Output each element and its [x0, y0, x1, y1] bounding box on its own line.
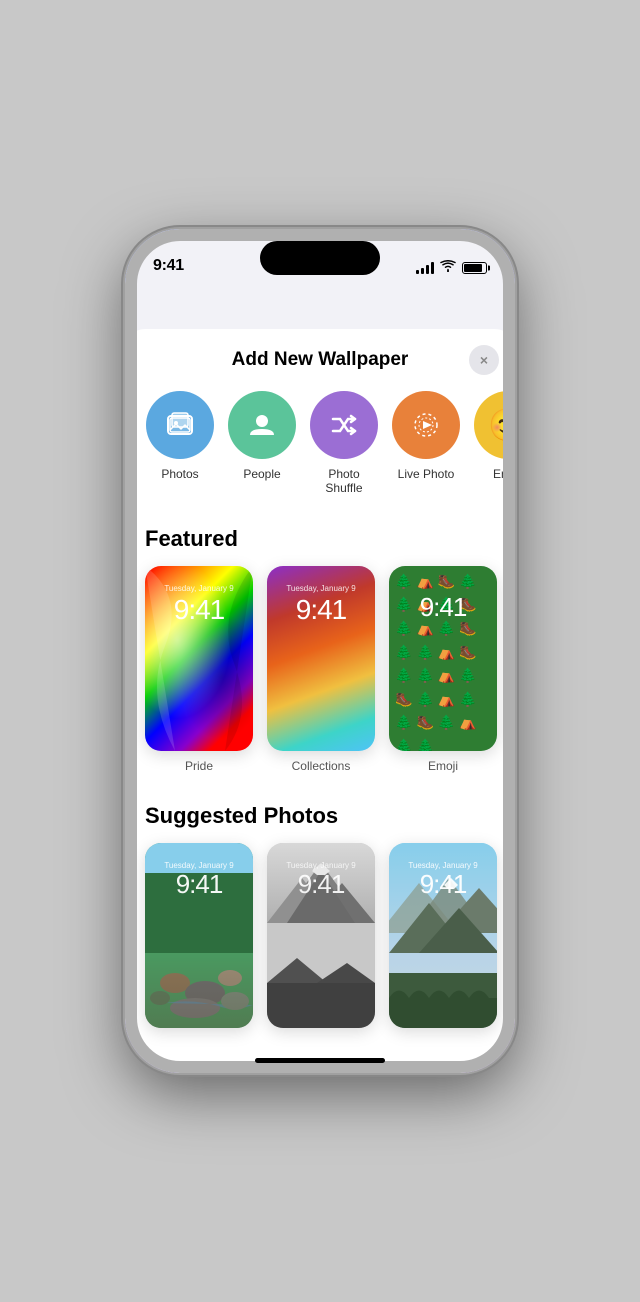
emoji-label: Emoji [493, 467, 515, 481]
add-wallpaper-sheet: Add New Wallpaper × [125, 329, 515, 1073]
mountain-bw-preview: Tuesday, January 9 9:41 [267, 843, 375, 1028]
suggested-card-1[interactable]: Tuesday, January 9 9:41 [145, 843, 253, 1028]
mountain-color-preview: Tuesday, January 9 9:41 [389, 843, 497, 1028]
sheet-header: Add New Wallpaper × [125, 329, 515, 381]
wallpaper-type-live[interactable]: Live Photo [391, 391, 461, 496]
phone-frame: 9:41 Add New Wallpa [125, 229, 515, 1073]
status-time: 9:41 [153, 257, 184, 275]
pride-label: Pride [185, 759, 213, 773]
suggested-clock-2: 9:41 [267, 869, 375, 900]
wallpaper-card-collections[interactable]: Tuesday, January 9 9:41 Collections [267, 566, 375, 773]
battery-icon [462, 262, 487, 274]
live-icon [392, 391, 460, 459]
wifi-icon [440, 260, 456, 275]
collections-clock: 9:41 [267, 594, 375, 626]
collections-label: Collections [292, 759, 351, 773]
people-icon [228, 391, 296, 459]
collections-time: Tuesday, January 9 [267, 584, 375, 593]
emoji-clock: 9:41 [389, 592, 497, 623]
emoji-wall-bg: 🌲 ⛺ 🥾 🌲 🌲 ⛺ 🌲 🥾 🌲 ⛺ 🌲 🥾 [389, 566, 497, 751]
wallpaper-type-shuffle[interactable]: Photo Shuffle [309, 391, 379, 496]
emoji-wall-preview: 🌲 ⛺ 🥾 🌲 🌲 ⛺ 🌲 🥾 🌲 ⛺ 🌲 🥾 [389, 566, 497, 751]
home-indicator [255, 1058, 385, 1063]
wallpaper-card-pride[interactable]: Tuesday, January 9 9:41 Pride [145, 566, 253, 773]
emoji-icon: 😊 [474, 391, 515, 459]
wallpaper-card-hidden[interactable]: 9:41 [511, 566, 515, 773]
shuffle-label: Photo Shuffle [312, 467, 377, 496]
suggested-clock-3: 9:41 [389, 869, 497, 900]
signal-icon [416, 262, 434, 274]
pride-time: Tuesday, January 9 [145, 584, 253, 593]
shuffle-icon [310, 391, 378, 459]
featured-wallpaper-list: Tuesday, January 9 9:41 Pride Tuesday, J… [125, 566, 515, 793]
suggested-card-2[interactable]: Tuesday, January 9 9:41 [267, 843, 375, 1028]
collections-preview: Tuesday, January 9 9:41 [267, 566, 375, 751]
photos-label: Photos [161, 467, 198, 481]
suggested-wallpaper-list: Tuesday, January 9 9:41 [125, 843, 515, 1048]
pride-clock: 9:41 [145, 594, 253, 626]
wallpaper-type-photos[interactable]: Photos [145, 391, 215, 496]
emoji-wall-label: Emoji [428, 759, 458, 773]
featured-section-title: Featured [125, 516, 515, 566]
pride-preview: Tuesday, January 9 9:41 [145, 566, 253, 751]
wallpaper-type-list: Photos People [125, 381, 515, 516]
photos-icon [146, 391, 214, 459]
wallpaper-type-people[interactable]: People [227, 391, 297, 496]
hidden-preview: 9:41 [511, 566, 515, 751]
wallpaper-type-emoji[interactable]: 😊 Emoji [473, 391, 515, 496]
dynamic-island [260, 241, 380, 275]
wallpaper-card-emoji[interactable]: 🌲 ⛺ 🥾 🌲 🌲 ⛺ 🌲 🥾 🌲 ⛺ 🌲 🥾 [389, 566, 497, 773]
nature-preview-1: Tuesday, January 9 9:41 [145, 843, 253, 1028]
suggested-card-3[interactable]: Tuesday, January 9 9:41 [389, 843, 497, 1028]
status-icons [416, 260, 487, 275]
sheet-title: Add New Wallpaper [232, 349, 409, 371]
live-label: Live Photo [398, 467, 455, 481]
screen-content: Add New Wallpaper × [125, 229, 515, 1073]
suggested-section-title: Suggested Photos [125, 793, 515, 843]
people-label: People [243, 467, 280, 481]
suggested-clock-1: 9:41 [145, 869, 253, 900]
close-button[interactable]: × [469, 345, 499, 375]
